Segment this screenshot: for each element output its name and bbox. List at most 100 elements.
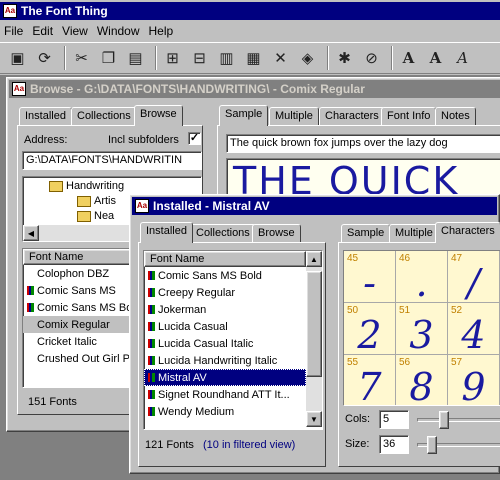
delete-icon[interactable]: ✕	[269, 47, 292, 70]
list-item[interactable]: Lucida Casual Italic	[144, 335, 306, 352]
address-label: Address:	[24, 134, 68, 146]
font-name-column-header[interactable]: Font Name	[144, 251, 306, 267]
cols-input[interactable]: 5	[379, 410, 409, 429]
font-list-vscrollbar[interactable]: ▲ ▼	[306, 251, 322, 427]
tab-multiple[interactable]: Multiple	[389, 224, 439, 243]
tab-browse[interactable]: Browse	[134, 105, 183, 126]
tab-sample[interactable]: Sample	[219, 105, 269, 126]
font-a-italic-icon[interactable]: A	[451, 47, 474, 70]
character-grid[interactable]: 45- 46. 47/ 50 2 51 3 52 4 55 7 56 8 57 9	[343, 250, 500, 406]
list-item[interactable]: Lucida Casual	[144, 318, 306, 335]
cut-icon[interactable]: ✂	[70, 47, 93, 70]
toolbar-separator	[327, 46, 329, 70]
uninstall-icon[interactable]: ⊟	[188, 47, 211, 70]
char-cell[interactable]: 57 9	[448, 355, 500, 405]
tab-sample[interactable]: Sample	[341, 224, 391, 243]
folder-node-nea[interactable]: Nea	[77, 210, 114, 222]
app-icon: Aa	[3, 4, 17, 18]
list-item[interactable]: Jokerman	[144, 301, 306, 318]
folder-node-handwriting[interactable]: Handwriting	[49, 180, 124, 192]
menu-edit[interactable]: Edit	[32, 24, 53, 38]
new-window-icon[interactable]: ▣	[6, 47, 29, 70]
char-cell[interactable]: 51 3	[396, 303, 448, 357]
address-input[interactable]: G:\DATA\FONTS\HANDWRITIN	[22, 151, 202, 170]
install-icon[interactable]: ⊞	[161, 47, 184, 70]
char-cell[interactable]: 50 2	[344, 303, 396, 357]
size-input[interactable]: 36	[379, 435, 409, 454]
properties-icon[interactable]: ▦	[242, 47, 265, 70]
menu-help[interactable]: Help	[149, 24, 174, 38]
menu-window[interactable]: Window	[97, 24, 140, 38]
stop-icon[interactable]: ⊘	[360, 47, 383, 70]
installed-font-list[interactable]: Font Name Comic Sans MS Bold Creepy Regu…	[143, 250, 323, 430]
installed-window[interactable]: Aa Installed - Mistral AV Installed Coll…	[129, 194, 500, 474]
incl-subfolders-label: Incl subfolders	[108, 134, 179, 146]
incl-subfolders-checkbox[interactable]: ✓	[188, 132, 201, 145]
browse-window-title-bar[interactable]: Aa Browse - G:\DATA\FONTS\HANDWRITING\ -…	[9, 80, 500, 98]
cols-slider-track[interactable]	[417, 418, 500, 422]
scroll-down-button[interactable]: ▼	[306, 411, 322, 427]
size-label: Size:	[345, 438, 370, 450]
truetype-icon	[148, 373, 155, 382]
installed-font-count: 121 Fonts	[145, 439, 194, 451]
list-item[interactable]: Creepy Regular	[144, 284, 306, 301]
truetype-icon	[148, 271, 155, 280]
app-title-bar[interactable]: Aa The Font Thing	[0, 2, 500, 20]
list-item[interactable]: Signet Roundhand ATT It...	[144, 386, 306, 403]
font-a-icon[interactable]: A	[397, 47, 420, 70]
cols-slider-thumb[interactable]	[439, 411, 449, 429]
char-cell[interactable]: 56 8	[396, 355, 448, 405]
app-title: The Font Thing	[21, 4, 108, 18]
refresh-icon[interactable]: ⟳	[33, 47, 56, 70]
char-cell[interactable]: 55 7	[344, 355, 396, 405]
address-value: G:\DATA\FONTS\HANDWRITIN	[26, 154, 183, 166]
truetype-icon	[148, 356, 155, 365]
char-cell[interactable]: 52 4	[448, 303, 500, 357]
sample-text-input[interactable]: The quick brown fox jumps over the lazy …	[226, 134, 500, 153]
list-item[interactable]: Wendy Medium	[144, 403, 306, 420]
tab-font-info[interactable]: Font Info	[381, 107, 437, 126]
tab-browse[interactable]: Browse	[252, 224, 301, 243]
copy-icon[interactable]: ❐	[97, 47, 120, 70]
installed-window-title-bar[interactable]: Aa Installed - Mistral AV	[132, 197, 497, 215]
installed-status: 121 Fonts (10 in filtered view)	[145, 439, 295, 451]
toolbar: ▣ ⟳ ✂ ❐ ▤ ⊞ ⊟ ▥ ▦ ✕ ◈ ✱ ⊘ A A A	[0, 42, 500, 74]
asterisk-icon[interactable]: ✱	[333, 47, 356, 70]
char-cell[interactable]: 47/	[448, 251, 500, 305]
browse-window-title: Browse - G:\DATA\FONTS\HANDWRITING\ - Co…	[30, 82, 365, 96]
tab-installed[interactable]: Installed	[19, 107, 72, 126]
tab-collections[interactable]: Collections	[71, 107, 137, 126]
print-icon[interactable]: ▥	[215, 47, 238, 70]
installed-filter-count: (10 in filtered view)	[202, 439, 296, 451]
menu-file[interactable]: File	[4, 24, 23, 38]
tab-characters[interactable]: Characters	[319, 107, 385, 126]
size-slider-thumb[interactable]	[427, 436, 437, 454]
paste-icon[interactable]: ▤	[124, 47, 147, 70]
tab-installed[interactable]: Installed	[140, 222, 193, 243]
tab-collections[interactable]: Collections	[190, 224, 256, 243]
list-item[interactable]: Lucida Handwriting Italic	[144, 352, 306, 369]
list-item[interactable]: Comic Sans MS Bold	[144, 267, 306, 284]
list-item-selected[interactable]: Mistral AV	[144, 369, 306, 386]
browse-status: 151 Fonts	[28, 396, 77, 408]
tab-characters[interactable]: Characters	[435, 222, 500, 243]
scroll-thumb[interactable]	[306, 271, 322, 377]
browse-window-icon: Aa	[12, 82, 26, 96]
book-icon[interactable]: ◈	[296, 47, 319, 70]
scroll-up-button[interactable]: ▲	[306, 251, 322, 267]
toolbar-separator	[64, 46, 66, 70]
tab-notes[interactable]: Notes	[435, 107, 476, 126]
folder-label: Handwriting	[66, 180, 125, 192]
folder-node-artis[interactable]: Artis	[77, 195, 116, 207]
font-a-bold-icon[interactable]: A	[424, 47, 447, 70]
menu-view[interactable]: View	[62, 24, 88, 38]
toolbar-separator	[391, 46, 393, 70]
size-value: 36	[383, 438, 396, 450]
truetype-icon	[148, 322, 155, 331]
char-cell[interactable]: 45-	[344, 251, 396, 305]
tree-scroll-left-button[interactable]: ◀	[23, 225, 39, 241]
tab-multiple[interactable]: Multiple	[269, 107, 319, 126]
sample-text-value: The quick brown fox jumps over the lazy …	[230, 137, 448, 149]
truetype-icon	[27, 303, 34, 312]
char-cell[interactable]: 46.	[396, 251, 448, 305]
